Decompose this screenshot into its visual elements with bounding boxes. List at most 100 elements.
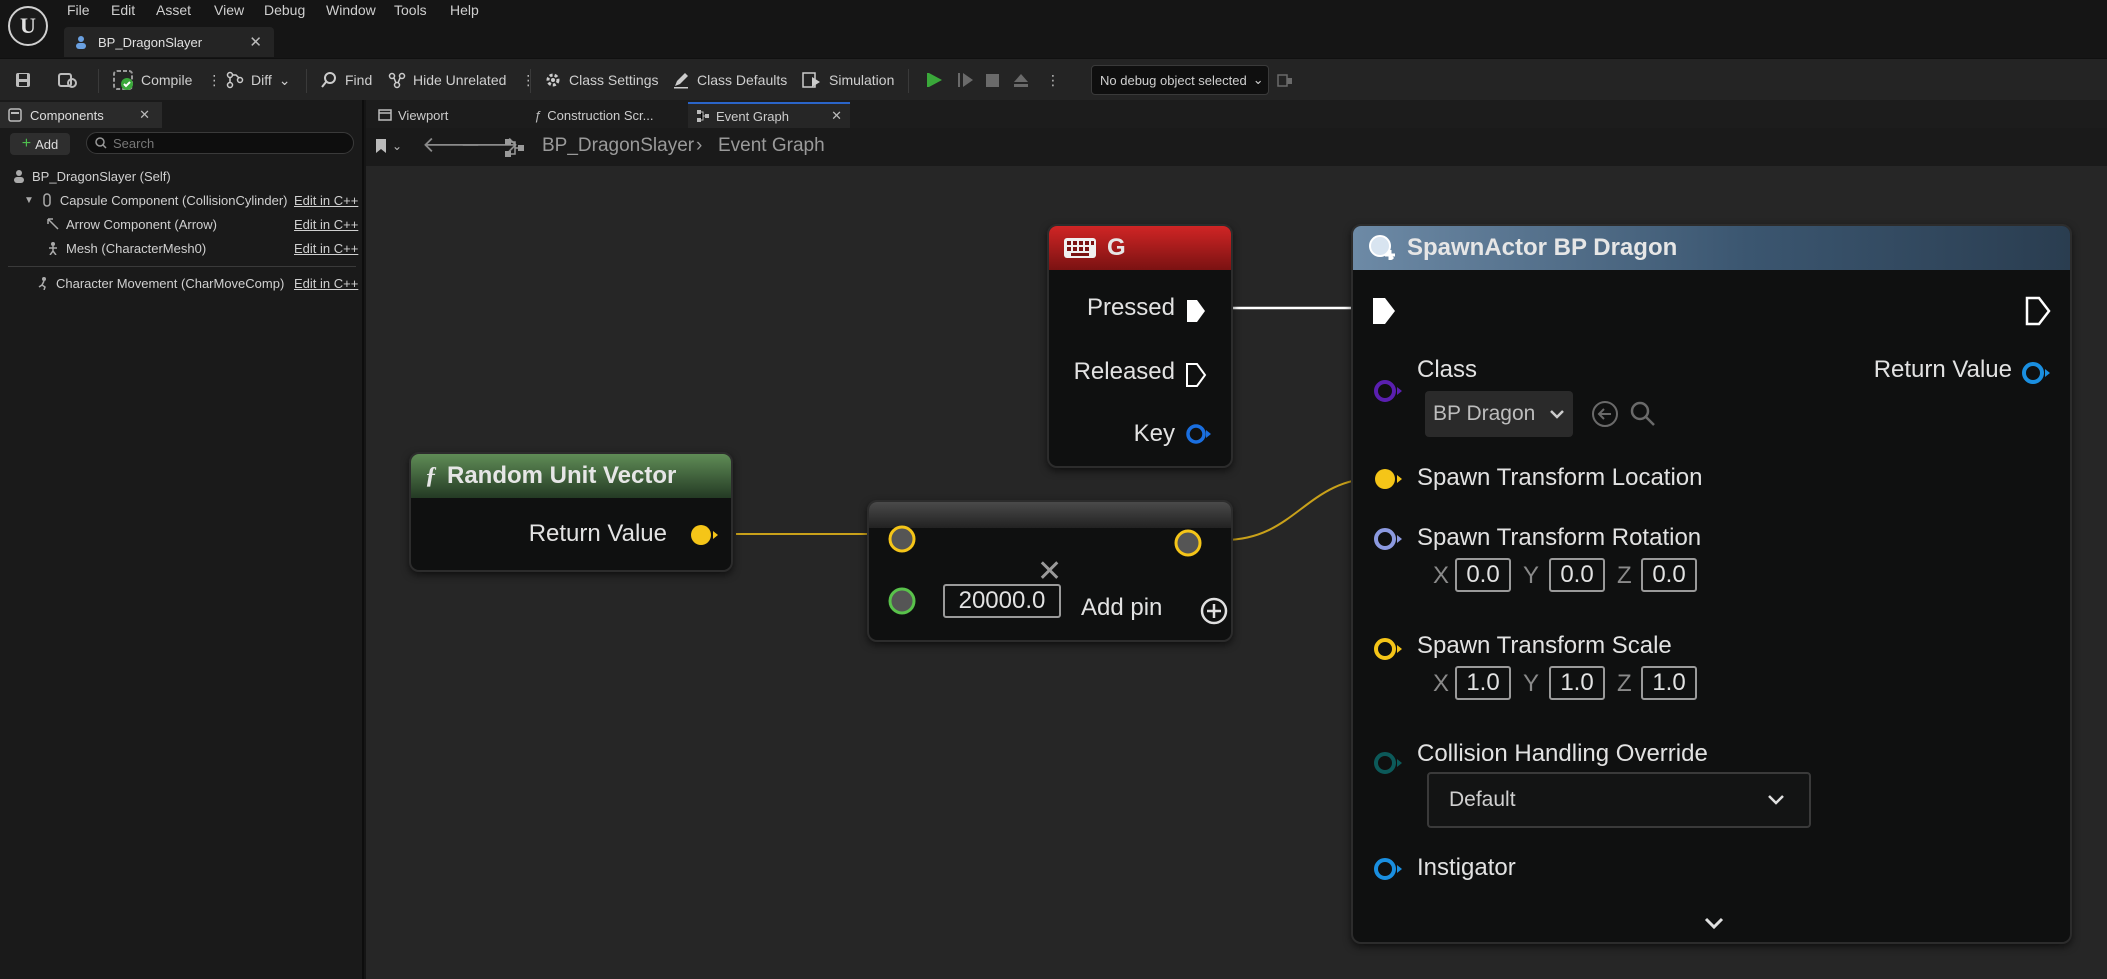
use-selected-asset-icon[interactable] xyxy=(1591,400,1619,428)
scale-z-field[interactable]: 1.0 xyxy=(1641,666,1697,700)
separator xyxy=(908,69,909,93)
play-button[interactable] xyxy=(926,67,944,93)
close-icon[interactable]: ✕ xyxy=(249,33,262,51)
vector-pin-input-a[interactable] xyxy=(887,524,917,554)
vector-pin-output[interactable] xyxy=(1173,528,1203,558)
menu-window[interactable]: Window xyxy=(326,2,376,18)
add-pin-icon[interactable] xyxy=(1199,596,1229,626)
expand-advanced-icon[interactable] xyxy=(1703,916,1725,932)
random-unit-vector-node[interactable]: ƒ Random Unit Vector Return Value xyxy=(409,452,733,572)
bookmark-icon xyxy=(376,139,386,153)
compile-label: Compile xyxy=(141,72,193,88)
multiply-value-field[interactable]: 20000.0 xyxy=(943,584,1061,618)
tree-root[interactable]: BP_DragonSlayer (Self) xyxy=(12,165,171,187)
add-component-button[interactable]: + Add xyxy=(10,133,70,155)
simulation-button[interactable]: Simulation xyxy=(802,67,894,93)
character-movement-icon xyxy=(38,277,46,290)
more-options-icon[interactable]: ⋮ xyxy=(521,72,535,89)
debug-object-select[interactable]: No debug object selected ⌄ xyxy=(1091,65,1269,95)
chevron-down-icon xyxy=(1550,410,1565,419)
rotator-pin[interactable] xyxy=(1373,526,1405,552)
compile-button[interactable]: Compile ⋮ xyxy=(112,67,221,93)
vector-pin-return[interactable] xyxy=(689,522,721,548)
class-defaults-label: Class Defaults xyxy=(697,72,788,88)
object-pin-return[interactable] xyxy=(2021,360,2053,386)
rotation-y-field[interactable]: 0.0 xyxy=(1549,558,1605,592)
key-event-node[interactable]: G Pressed Released Key xyxy=(1047,224,1233,468)
collision-select[interactable]: Default xyxy=(1427,772,1811,828)
tree-item-arrow[interactable]: Arrow Component (Arrow) Edit in C++ xyxy=(46,213,364,235)
compile-options-icon[interactable]: ⋮ xyxy=(207,72,221,89)
class-pin[interactable] xyxy=(1373,378,1405,404)
float-pin-input-b[interactable] xyxy=(887,586,917,616)
play-icon xyxy=(927,73,942,87)
find-button[interactable]: Find xyxy=(320,67,372,93)
scale-x-field[interactable]: 1.0 xyxy=(1455,666,1511,700)
menu-help[interactable]: Help xyxy=(450,2,479,18)
tree-item-capsule[interactable]: ▼ Capsule Component (CollisionCylinder) … xyxy=(24,189,364,211)
menu-asset[interactable]: Asset xyxy=(156,2,191,18)
step-button[interactable] xyxy=(956,67,974,93)
search-icon xyxy=(95,137,107,149)
edit-in-cpp-link[interactable]: Edit in C++ xyxy=(294,193,358,208)
tree-item-movement[interactable]: Character Movement (CharMoveComp) Edit i… xyxy=(36,272,364,294)
close-icon[interactable]: ✕ xyxy=(139,107,150,123)
tree-root-label: BP_DragonSlayer (Self) xyxy=(32,168,171,184)
play-options-icon[interactable]: ⋮ xyxy=(1046,67,1060,93)
exec-pin-pressed[interactable] xyxy=(1185,298,1207,324)
browse-button[interactable] xyxy=(58,67,78,93)
class-defaults-button[interactable]: Class Defaults xyxy=(672,67,787,93)
menu-edit[interactable]: Edit xyxy=(111,2,135,18)
rotation-z-field[interactable]: 0.0 xyxy=(1641,558,1697,592)
menu-debug[interactable]: Debug xyxy=(264,2,305,18)
breadcrumb-blueprint[interactable]: BP_DragonSlayer xyxy=(542,135,694,157)
document-tab[interactable]: BP_DragonSlayer ✕ xyxy=(64,27,274,57)
tree-item-mesh[interactable]: Mesh (CharacterMesh0) Edit in C++ xyxy=(46,237,364,259)
save-button[interactable] xyxy=(14,67,32,93)
hide-unrelated-button[interactable]: Hide Unrelated ⋮ xyxy=(388,67,535,93)
graph-canvas[interactable]: G Pressed Released Key ƒ Random Unit Vec… xyxy=(366,166,2107,979)
chevron-down-icon: ⌄ xyxy=(278,71,291,88)
component-search-input[interactable]: Search xyxy=(86,132,354,154)
menu-tools[interactable]: Tools xyxy=(394,2,427,18)
close-icon[interactable]: ✕ xyxy=(831,108,842,124)
edit-in-cpp-link[interactable]: Edit in C++ xyxy=(294,217,358,232)
exec-pin-out[interactable] xyxy=(2025,296,2051,326)
viewport-icon xyxy=(378,109,392,121)
browse-asset-icon[interactable] xyxy=(1629,400,1657,428)
enum-pin-collision[interactable] xyxy=(1373,750,1405,776)
vector-pin-location[interactable] xyxy=(1373,466,1405,492)
rotation-x-field[interactable]: 0.0 xyxy=(1455,558,1511,592)
debug-filter-icon xyxy=(1277,74,1292,87)
scale-y-field[interactable]: 1.0 xyxy=(1549,666,1605,700)
diff-button[interactable]: Diff ⌄ xyxy=(226,67,290,93)
debug-filter-button[interactable] xyxy=(1276,67,1294,93)
struct-pin-key[interactable] xyxy=(1185,422,1213,446)
edit-in-cpp-link[interactable]: Edit in C++ xyxy=(294,276,358,291)
exec-pin-released[interactable] xyxy=(1185,362,1207,388)
menu-view[interactable]: View xyxy=(214,2,244,18)
unreal-logo-icon[interactable]: U xyxy=(8,6,48,46)
tab-construction-script[interactable]: ƒ Construction Scr... xyxy=(526,102,661,128)
multiply-node[interactable]: 20000.0 ✕ Add pin xyxy=(867,500,1233,642)
bookmark-button[interactable]: ⌄ xyxy=(374,138,402,154)
object-pin-instigator[interactable] xyxy=(1373,856,1405,882)
exec-pin-in[interactable] xyxy=(1371,296,1397,326)
graph-tab-bar: Viewport ƒ Construction Scr... Event Gra… xyxy=(366,100,2107,128)
spawn-actor-node[interactable]: SpawnActor BP Dragon Class BP Dragon Ret… xyxy=(1351,224,2072,944)
stop-button[interactable] xyxy=(985,67,1001,93)
tab-viewport[interactable]: Viewport xyxy=(370,102,456,128)
class-settings-button[interactable]: Class Settings xyxy=(544,67,658,93)
expand-arrow-icon[interactable]: ▼ xyxy=(24,195,34,206)
components-tab[interactable]: Components ✕ xyxy=(0,102,162,128)
breadcrumb-graph[interactable]: Event Graph xyxy=(718,135,825,157)
tab-event-graph[interactable]: Event Graph ✕ xyxy=(688,102,850,128)
collision-label: Collision Handling Override xyxy=(1417,740,1708,767)
menu-file[interactable]: File xyxy=(67,2,90,18)
graph-hierarchy-icon[interactable] xyxy=(504,138,526,158)
vector-pin-scale[interactable] xyxy=(1373,636,1405,662)
eject-button[interactable] xyxy=(1012,67,1030,93)
edit-in-cpp-link[interactable]: Edit in C++ xyxy=(294,241,358,256)
spawn-actor-icon xyxy=(1369,235,1395,261)
class-select[interactable]: BP Dragon xyxy=(1425,391,1573,437)
